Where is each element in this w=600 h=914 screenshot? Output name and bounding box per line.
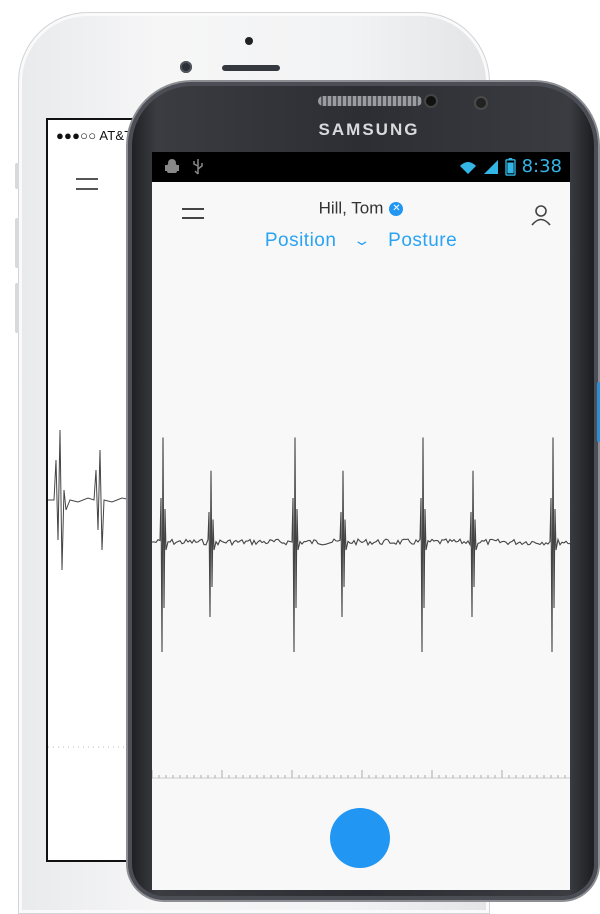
camera-lens [180,61,192,73]
earpiece-speaker [222,65,280,71]
wifi-icon [459,161,476,174]
samsung-device: SAMSUNG 8:38 Hill, Tom ✕ Position ⌄ Post… [128,82,600,900]
front-camera [245,37,253,45]
volume-down-button [15,283,19,333]
record-button[interactable] [330,808,390,868]
person-icon[interactable] [530,204,552,226]
android-screen: 8:38 Hill, Tom ✕ Position ⌄ Posture [152,152,570,890]
time-ruler [152,770,570,779]
patient-name[interactable]: Hill, Tom [319,199,384,218]
close-circle-icon[interactable]: ✕ [389,201,404,216]
battery-icon [504,157,516,176]
status-time: 8:38 [521,156,562,177]
menu-icon[interactable] [76,178,98,198]
chevron-down-icon[interactable]: ⌄ [353,232,372,249]
signal-icon [483,159,498,174]
ecg-waveform [152,437,570,653]
mute-switch [15,163,19,189]
usb-icon [193,159,203,175]
tab-posture[interactable]: Posture [388,230,457,252]
ios-status-carrier: ●●●○○ AT&T [56,128,133,143]
brand-logo: SAMSUNG [318,120,420,139]
patient-selector: Hill, Tom ✕ [152,198,570,219]
proximity-sensor [426,96,436,106]
waveform-trace [152,437,570,653]
volume-up-button [15,218,19,268]
tab-position[interactable]: Position [265,230,337,252]
android-debug-icon [165,159,179,173]
earpiece-grill [318,96,422,106]
front-camera [476,98,486,108]
app-header: Hill, Tom ✕ Position ⌄ Posture [152,182,570,252]
ruler-ticks [152,770,566,778]
view-tabs: Position ⌄ Posture [152,230,570,252]
status-bar: 8:38 [152,152,570,182]
